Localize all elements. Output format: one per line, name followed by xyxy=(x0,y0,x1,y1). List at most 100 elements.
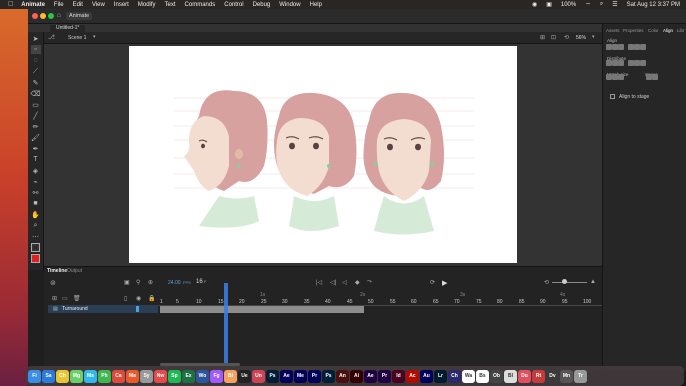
lock-icon[interactable]: 🔒 xyxy=(148,295,155,302)
zoom-level[interactable]: 56% xyxy=(576,35,586,41)
scene-name[interactable]: Scene 1 xyxy=(68,35,86,41)
dock-app-icon[interactable]: Ph xyxy=(98,369,111,383)
home-icon[interactable]: ⌂ xyxy=(57,12,61,19)
zoom-tool-icon[interactable]: ⌕ xyxy=(31,221,41,230)
align-option-icon[interactable] xyxy=(618,44,624,50)
layer-name[interactable]: Turnaround xyxy=(62,306,88,312)
menu-help[interactable]: Help xyxy=(310,2,322,8)
onion-skin-icon[interactable]: ⊕ xyxy=(148,279,153,286)
timeline-settings-icon[interactable]: ⊚ xyxy=(50,279,56,287)
eyedropper-icon[interactable]: ⌁ xyxy=(31,177,41,186)
dock-app-icon[interactable]: Ac xyxy=(406,369,419,383)
keyframe-icon[interactable]: ◆ xyxy=(355,279,360,286)
status-icon[interactable]: ▣ xyxy=(546,1,552,8)
menu-animate[interactable]: Animate xyxy=(21,2,45,8)
tab-timeline[interactable]: Timeline xyxy=(47,268,67,274)
scene-dropdown-icon[interactable]: ▾ xyxy=(93,34,96,40)
dock-app-icon[interactable]: Pr xyxy=(378,369,391,383)
dock-app-icon[interactable]: Nw xyxy=(154,369,167,383)
stroke-color-icon[interactable] xyxy=(31,243,41,252)
brush-tool-icon[interactable]: ✎ xyxy=(31,78,41,87)
menu-window[interactable]: Window xyxy=(279,2,300,8)
hand-tool-icon[interactable]: ✋ xyxy=(31,210,41,219)
loop-icon[interactable]: ⟳ xyxy=(430,279,435,286)
pen-tool-icon[interactable]: ✒ xyxy=(31,144,41,153)
layer-color-swatch[interactable] xyxy=(136,306,139,312)
clip-icon[interactable]: ⊞ xyxy=(540,34,545,41)
lasso-tool-icon[interactable]: ◌ xyxy=(31,56,41,65)
menu-debug[interactable]: Debug xyxy=(253,2,271,8)
new-folder-icon[interactable]: ▭ xyxy=(62,295,68,302)
tab-align[interactable]: Align xyxy=(663,28,673,33)
highlight-icon[interactable]: ▯ xyxy=(124,295,127,302)
align-to-stage-checkbox[interactable] xyxy=(610,94,615,99)
tab-color[interactable]: Color xyxy=(648,28,659,33)
dock-app-icon[interactable]: Rt xyxy=(532,369,545,383)
dock-app-icon[interactable]: Wa xyxy=(462,369,475,383)
dock-app-icon[interactable]: Ps xyxy=(322,369,335,383)
step-back-icon[interactable]: ◁ xyxy=(342,279,347,286)
menu-commands[interactable]: Commands xyxy=(185,2,216,8)
line-tool-icon[interactable]: ╱ xyxy=(31,111,41,120)
dock-app-icon[interactable]: Me xyxy=(294,369,307,383)
fps-value[interactable]: 24.00 xyxy=(168,280,181,286)
dock-app-icon[interactable]: Ae xyxy=(280,369,293,383)
dock-app-icon[interactable]: Pr xyxy=(308,369,321,383)
dock-app-icon[interactable]: Ch xyxy=(56,369,69,383)
dock-app-icon[interactable]: Ma xyxy=(126,369,139,383)
more-tools-icon[interactable]: ⋯ xyxy=(31,232,41,241)
dock-app-icon[interactable]: Dv xyxy=(546,369,559,383)
layer-parenting-icon[interactable]: ⚲ xyxy=(136,279,140,286)
dock-app-icon[interactable]: Sp xyxy=(168,369,181,383)
dock-app-icon[interactable]: Bl xyxy=(504,369,517,383)
frame-span[interactable] xyxy=(160,306,364,313)
current-frame[interactable]: 16 xyxy=(196,279,203,285)
stage-canvas[interactable] xyxy=(129,46,517,263)
frame-size-icon[interactable]: ⟲ xyxy=(544,279,549,286)
rectangle-tool-icon[interactable]: ▭ xyxy=(31,100,41,109)
document-tab[interactable]: Untitled-1* xyxy=(50,25,86,32)
align-option-icon[interactable] xyxy=(652,74,658,80)
pencil-tool-icon[interactable]: ✏ xyxy=(31,122,41,131)
dock-app-icon[interactable]: Bl xyxy=(224,369,237,383)
dock-app-icon[interactable]: Au xyxy=(420,369,433,383)
camera-icon[interactable]: ▣ xyxy=(124,279,130,286)
menu-modify[interactable]: Modify xyxy=(138,2,156,8)
menu-insert[interactable]: Insert xyxy=(114,2,129,8)
dock-app-icon[interactable]: Mn xyxy=(560,369,573,383)
first-frame-icon[interactable]: |◁ xyxy=(316,279,322,286)
camera-tool-icon[interactable]: ■ xyxy=(31,199,41,208)
zoom-dropdown-icon[interactable]: ▾ xyxy=(592,34,595,40)
dock-app-icon[interactable]: Ch xyxy=(448,369,461,383)
tab-assets[interactable]: Assets xyxy=(606,28,620,33)
align-option-icon[interactable] xyxy=(618,74,624,80)
zoom-slider[interactable] xyxy=(552,282,587,283)
tab-output[interactable]: Output xyxy=(67,268,82,274)
wifi-icon[interactable]: ⌔ xyxy=(585,1,591,9)
dock-app-icon[interactable]: Mg xyxy=(70,369,83,383)
dock-app-icon[interactable]: Sa xyxy=(42,369,55,383)
dock-app-icon[interactable]: Ca xyxy=(112,369,125,383)
dock-app-icon[interactable]: Ue xyxy=(238,369,251,383)
control-center-icon[interactable]: ☰ xyxy=(612,1,617,8)
align-option-icon[interactable] xyxy=(640,44,646,50)
prev-frame-icon[interactable]: ◁| xyxy=(330,279,336,286)
eraser-tool-icon[interactable]: ⌫ xyxy=(31,89,41,98)
bone-tool-icon[interactable]: ⚯ xyxy=(31,188,41,197)
screen-record-icon[interactable]: ◉ xyxy=(532,1,537,8)
dock-app-icon[interactable]: Wo xyxy=(196,369,209,383)
paint-brush-icon[interactable]: 🖌 xyxy=(31,133,41,142)
dock-app-icon[interactable]: Un xyxy=(252,369,265,383)
dock-app-icon[interactable]: Ms xyxy=(84,369,97,383)
clock[interactable]: Sat Aug 12 3:37 PM xyxy=(627,2,680,8)
dock-app-icon[interactable]: Tr xyxy=(574,369,587,383)
minimize-window-button[interactable] xyxy=(40,13,46,19)
apple-menu-icon[interactable]:  xyxy=(8,1,13,8)
dock-app-icon[interactable]: Sy xyxy=(140,369,153,383)
rotate-icon[interactable]: ⟲ xyxy=(564,34,569,41)
dock-app-icon[interactable]: Ps xyxy=(266,369,279,383)
dock-app-icon[interactable]: An xyxy=(336,369,349,383)
tab-library[interactable]: Libr xyxy=(677,28,685,33)
zoom-slider-thumb[interactable] xyxy=(562,279,567,284)
play-button[interactable]: ▶ xyxy=(442,279,447,287)
